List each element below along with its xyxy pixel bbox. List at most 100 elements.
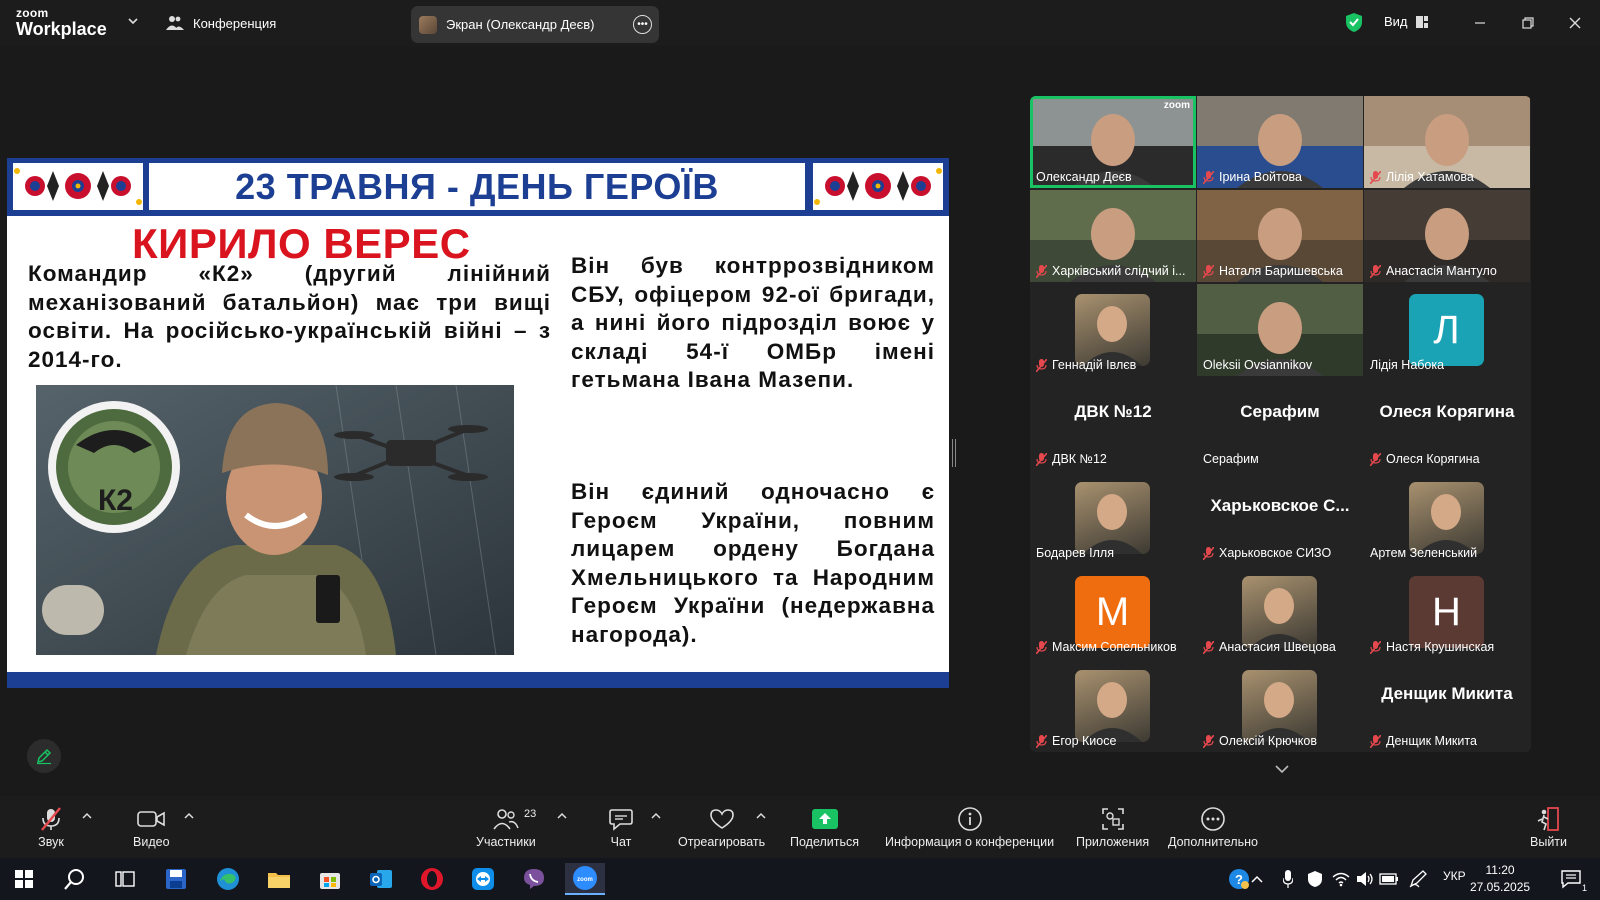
participant-name-label: Геннадій Івлєв bbox=[1036, 358, 1136, 372]
participant-name: Артем Зеленський bbox=[1370, 546, 1478, 560]
video-button[interactable]: Видео bbox=[133, 806, 170, 849]
opera-browser-icon[interactable] bbox=[412, 863, 452, 895]
participant-name-label: Лілія Хатамова bbox=[1370, 170, 1474, 184]
chat-button[interactable]: Чат bbox=[608, 806, 634, 849]
close-icon[interactable] bbox=[1565, 13, 1585, 33]
encryption-shield-icon[interactable] bbox=[1345, 12, 1363, 33]
chat-label: Чат bbox=[610, 835, 632, 849]
slide-paragraph-1: Командир «К2» (другий лінійний механізов… bbox=[28, 261, 551, 372]
chevron-down-icon[interactable] bbox=[126, 14, 140, 28]
zoom-taskbar-icon[interactable]: zoom bbox=[565, 863, 605, 895]
react-button[interactable]: Отреагировать bbox=[678, 806, 765, 849]
muted-mic-icon bbox=[1370, 452, 1381, 466]
viber-icon[interactable] bbox=[514, 863, 554, 895]
notification-center-icon[interactable]: 1 bbox=[1551, 863, 1591, 895]
participant-tile[interactable]: ДВК №12 ДВК №12 bbox=[1030, 378, 1196, 470]
participants-count: 23 bbox=[524, 808, 537, 820]
system-clock[interactable]: 11:20 27.05.2025 bbox=[1470, 862, 1530, 896]
minimize-icon[interactable] bbox=[1470, 13, 1490, 33]
meeting-info-button[interactable]: Информация о конференции bbox=[885, 806, 1054, 849]
security-tray-icon[interactable] bbox=[1304, 863, 1326, 895]
split-resize-handle[interactable] bbox=[952, 439, 956, 467]
participant-name: Геннадій Івлєв bbox=[1052, 358, 1137, 372]
audio-button[interactable]: Звук bbox=[38, 806, 64, 849]
audio-label: Звук bbox=[38, 835, 64, 849]
microsoft-store-icon[interactable] bbox=[310, 863, 350, 895]
share-button[interactable]: Поделиться bbox=[790, 806, 859, 849]
muted-mic-icon bbox=[1203, 170, 1214, 184]
restore-icon[interactable] bbox=[1518, 13, 1538, 33]
participant-tile[interactable]: Егор Киосе bbox=[1030, 660, 1196, 752]
participant-name-label: Анастасія Мантуло bbox=[1370, 264, 1497, 278]
participant-tile[interactable]: Анастасія Мантуло bbox=[1364, 190, 1530, 282]
participant-tile[interactable]: Олеся Корягина Олеся Корягина bbox=[1364, 378, 1530, 470]
participant-tile[interactable]: Л Лідія Набока bbox=[1364, 284, 1530, 376]
participant-name-label: Харьковское СИЗО bbox=[1203, 546, 1331, 560]
participants-options-caret-icon[interactable] bbox=[556, 810, 568, 822]
participant-tile[interactable]: Наталя Баришевська bbox=[1197, 190, 1363, 282]
slide-banner-title: 23 ТРАВНЯ - ДЕНЬ ГЕРОЇВ bbox=[149, 163, 805, 210]
clock-date: 27.05.2025 bbox=[1470, 880, 1531, 894]
pen-workspace-icon[interactable] bbox=[1406, 863, 1430, 895]
participant-tile[interactable]: Ірина Войтова bbox=[1197, 96, 1363, 188]
folk-ornament-left bbox=[13, 163, 143, 210]
participant-tile[interactable]: Н Настя Крушинская bbox=[1364, 566, 1530, 658]
outlook-icon[interactable] bbox=[361, 863, 401, 895]
battery-icon[interactable] bbox=[1378, 863, 1400, 895]
participant-tile[interactable]: Лілія Хатамова bbox=[1364, 96, 1530, 188]
participant-tile[interactable]: Анастасия Швецова bbox=[1197, 566, 1363, 658]
participant-tile[interactable]: Серафим Серафим bbox=[1197, 378, 1363, 470]
participant-tile[interactable]: Oleksii Ovsiannikov bbox=[1197, 284, 1363, 376]
participant-tile[interactable]: Денщик Микита Денщик Микита bbox=[1364, 660, 1530, 752]
show-hidden-icons-icon[interactable] bbox=[1245, 863, 1269, 895]
edge-browser-icon[interactable] bbox=[208, 863, 248, 895]
save-app-icon[interactable] bbox=[156, 863, 196, 895]
screen-share-indicator[interactable]: Экран (Олександр Деєв) ••• bbox=[411, 6, 659, 43]
participant-tile[interactable]: Геннадій Івлєв bbox=[1030, 284, 1196, 376]
more-options-icon[interactable]: ••• bbox=[633, 15, 652, 34]
participant-tile[interactable]: Харьковское С... Харьковское СИЗО bbox=[1197, 472, 1363, 564]
muted-mic-icon bbox=[41, 807, 61, 831]
apps-button[interactable]: Приложения bbox=[1076, 806, 1149, 849]
search-icon[interactable] bbox=[55, 863, 95, 895]
participant-avatar bbox=[1075, 482, 1150, 554]
muted-mic-icon bbox=[1203, 734, 1214, 748]
more-button[interactable]: Дополнительно bbox=[1168, 806, 1258, 849]
zoom-workplace-logo[interactable]: zoom Workplace bbox=[16, 7, 107, 38]
react-options-caret-icon[interactable] bbox=[755, 810, 767, 822]
meeting-toolbar: Звук Видео Участники 23 Чат Отреагироват… bbox=[0, 796, 1600, 858]
participant-tile[interactable]: Артем Зеленський bbox=[1364, 472, 1530, 564]
muted-mic-icon bbox=[1203, 640, 1214, 654]
audio-options-caret-icon[interactable] bbox=[81, 810, 93, 822]
conference-menu-button[interactable]: Конференция bbox=[166, 11, 276, 35]
participant-tile[interactable]: Бодарев Ілля bbox=[1030, 472, 1196, 564]
participant-tile[interactable]: Харківський слідчий і... bbox=[1030, 190, 1196, 282]
leave-label: Выйти bbox=[1530, 835, 1568, 849]
participant-name-label: ДВК №12 bbox=[1036, 452, 1107, 466]
folk-ornament-right bbox=[813, 163, 943, 210]
wifi-icon[interactable] bbox=[1330, 863, 1352, 895]
chat-options-caret-icon[interactable] bbox=[650, 810, 662, 822]
task-view-icon[interactable] bbox=[105, 863, 145, 895]
participant-name-label: Настя Крушинская bbox=[1370, 640, 1494, 654]
leave-button[interactable]: Выйти bbox=[1530, 806, 1567, 849]
file-explorer-icon[interactable] bbox=[259, 863, 299, 895]
logo-line1: zoom bbox=[16, 6, 49, 20]
windows-start-icon[interactable] bbox=[4, 863, 44, 895]
teamviewer-icon[interactable] bbox=[463, 863, 503, 895]
participant-name: Харківський слідчий і... bbox=[1052, 264, 1186, 278]
input-language-indicator[interactable]: УКР bbox=[1443, 869, 1466, 883]
microphone-tray-icon[interactable] bbox=[1277, 863, 1299, 895]
volume-icon[interactable] bbox=[1354, 863, 1376, 895]
participant-display-name-large: Денщик Микита bbox=[1381, 684, 1513, 703]
annotate-button[interactable] bbox=[27, 739, 61, 773]
participant-tile[interactable]: M Максим Сопельников bbox=[1030, 566, 1196, 658]
participant-tile[interactable]: zoom Олександр Деєв bbox=[1030, 96, 1196, 188]
video-options-caret-icon[interactable] bbox=[183, 810, 195, 822]
participant-tile[interactable]: Олексій Крючков bbox=[1197, 660, 1363, 752]
zoom-window: zoom Workplace Конференция Экран (Олекса… bbox=[0, 0, 1600, 900]
gallery-scroll-down-icon[interactable] bbox=[1272, 759, 1292, 779]
participant-name-label: Наталя Баришевська bbox=[1203, 264, 1343, 278]
view-button[interactable]: Вид bbox=[1384, 14, 1428, 29]
participant-name-label: Лідія Набока bbox=[1370, 358, 1444, 372]
